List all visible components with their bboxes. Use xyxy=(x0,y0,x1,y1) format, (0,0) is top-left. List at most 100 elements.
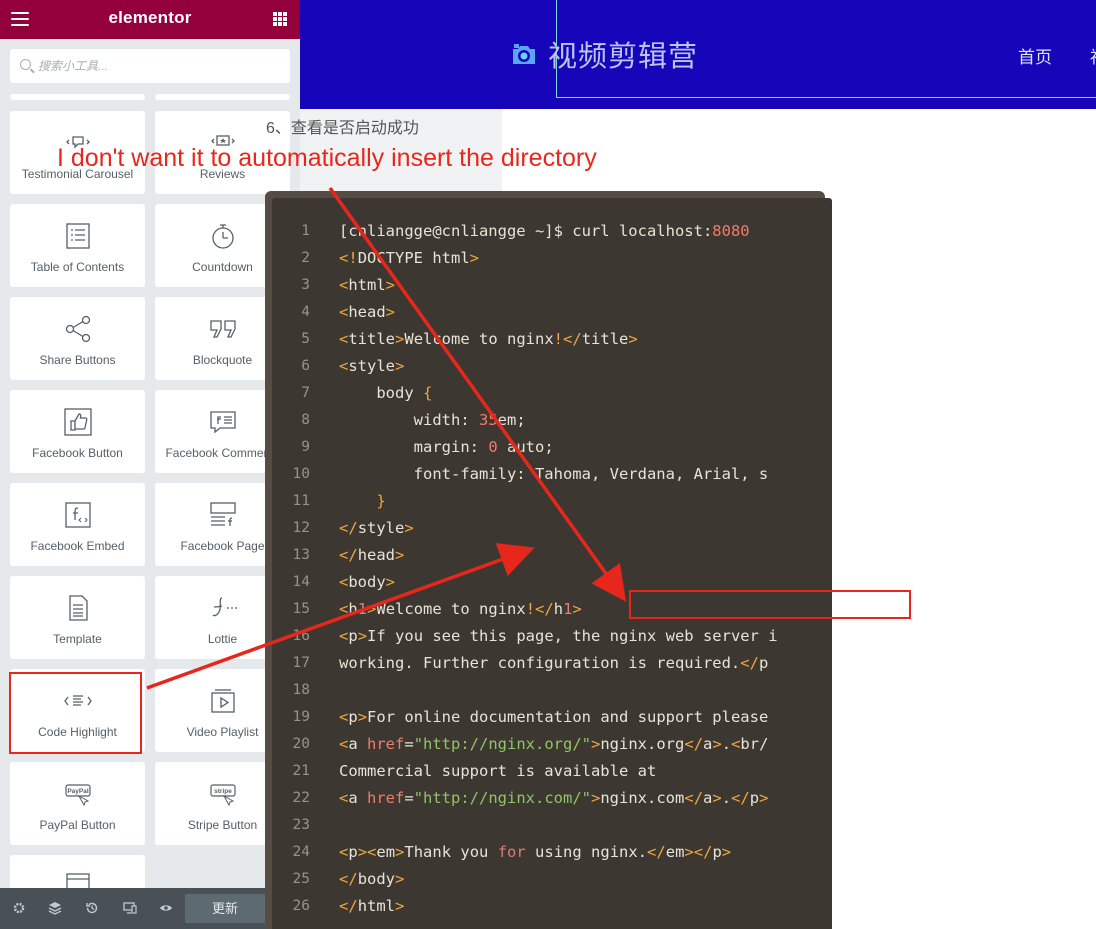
line-number: 24 xyxy=(292,844,310,860)
code-highlight-block: 1 [cnliangge@cnliangge ~]$ curl localhost… xyxy=(265,191,832,929)
code-line: 24 <p><em>Thank you for using nginx.</em>… xyxy=(272,839,832,866)
widget-label: Facebook Button xyxy=(32,446,123,460)
code-text: </style> xyxy=(339,519,414,537)
responsive-icon[interactable] xyxy=(123,901,137,915)
history-icon[interactable] xyxy=(85,901,99,915)
line-number: 25 xyxy=(292,871,310,887)
code-text: <body> xyxy=(339,573,396,591)
code-line: 2 <!DOCTYPE html> xyxy=(272,245,832,272)
code-text: <title>Welcome to nginx!</title> xyxy=(339,330,638,348)
line-number: 22 xyxy=(292,790,310,806)
widget-paypal-button[interactable]: PayPal PayPal Button xyxy=(10,762,145,845)
line-number: 21 xyxy=(292,763,310,779)
code-line: 6 <style> xyxy=(272,353,832,380)
site-logo[interactable]: 视频剪辑营 xyxy=(510,36,699,73)
camera-logo-icon xyxy=(513,44,535,64)
code-text: </html> xyxy=(339,897,405,915)
widget-tile-partial[interactable] xyxy=(155,94,290,100)
code-line: 10 font-family: Tahoma, Verdana, Arial, … xyxy=(272,461,832,488)
code-text: <p>If you see this page, the nginx web s… xyxy=(339,627,778,645)
widget-facebook-embed[interactable]: Facebook Embed xyxy=(10,483,145,566)
search-icon xyxy=(20,59,31,70)
code-text: margin: 0 auto; xyxy=(339,438,554,456)
code-text: } xyxy=(376,492,386,510)
line-number: 1 xyxy=(301,223,310,239)
line-number: 20 xyxy=(292,736,310,752)
code-line: 8 width: 35em; xyxy=(272,407,832,434)
code-text: <h1>Welcome to nginx!</h1> xyxy=(339,600,582,618)
line-number: 15 xyxy=(292,601,310,617)
widget-label: PayPal Button xyxy=(39,818,116,832)
widget-label: Facebook Embed xyxy=(30,539,125,553)
code-line: 18 xyxy=(272,677,832,704)
panel-header: elementor xyxy=(0,0,300,39)
facebook-embed-icon xyxy=(10,499,145,531)
widget-template[interactable]: Template xyxy=(10,576,145,659)
widget-table-of-contents[interactable]: Table of Contents xyxy=(10,204,145,287)
line-number: 12 xyxy=(292,520,310,536)
site-name: 视频剪辑营 xyxy=(548,41,699,73)
code-line: 1 [cnliangge@cnliangge ~]$ curl localhost… xyxy=(272,218,832,245)
preview-eye-icon[interactable] xyxy=(159,901,173,915)
code-line: 17 working. Further configuration is requ… xyxy=(272,650,832,677)
code-line: 9 margin: 0 auto; xyxy=(272,434,832,461)
thumbs-up-icon xyxy=(10,406,145,438)
code-text: <style> xyxy=(339,357,405,375)
annotation-text: I don't want it to automatically insert … xyxy=(57,144,597,172)
code-highlight-red-outline xyxy=(9,672,142,754)
widgets-grid-icon[interactable] xyxy=(273,12,287,26)
code-line: 20 <a href="http://nginx.org/">nginx.org<… xyxy=(272,731,832,758)
widget-label: Template xyxy=(53,632,102,646)
widget-facebook-button[interactable]: Facebook Button xyxy=(10,390,145,473)
settings-icon[interactable] xyxy=(12,901,26,915)
code-text: <head> xyxy=(339,303,396,321)
code-line: 3 <html> xyxy=(272,272,832,299)
widget-search[interactable] xyxy=(10,49,290,83)
line-number: 14 xyxy=(292,574,310,590)
panel-footer: 更新 xyxy=(0,888,300,929)
widget-label: Table of Contents xyxy=(30,260,125,274)
line-number: 9 xyxy=(301,439,310,455)
screen: elementor Testimonial Carousel Reviews xyxy=(0,0,1096,929)
code-text: width: 35em; xyxy=(339,411,526,429)
svg-text:PayPal: PayPal xyxy=(67,788,89,795)
nav-item-home[interactable]: 首页 xyxy=(1018,43,1052,68)
line-number: 8 xyxy=(301,412,310,428)
line-number: 18 xyxy=(292,682,310,698)
code-line: 26 </html> xyxy=(272,893,832,920)
code-lines: 1 [cnliangge@cnliangge ~]$ curl localhost… xyxy=(272,218,832,920)
line-number: 4 xyxy=(301,304,310,320)
elementor-panel: elementor Testimonial Carousel Reviews xyxy=(0,0,300,929)
code-text: <html> xyxy=(339,276,396,294)
code-text: <p><em>Thank you for using nginx.</em></… xyxy=(339,843,732,861)
line-number: 13 xyxy=(292,547,310,563)
step-heading: 6、查看是否启动成功 xyxy=(266,120,419,137)
nav-item-next[interactable]: 福 xyxy=(1090,43,1096,68)
table-of-contents-icon xyxy=(10,220,145,252)
paypal-icon: PayPal xyxy=(10,778,145,810)
code-line: 7 body { xyxy=(272,380,832,407)
code-line: 13 </head> xyxy=(272,542,832,569)
code-line: 16 <p>If you see this page, the nginx web… xyxy=(272,623,832,650)
code-text: body { xyxy=(339,384,433,402)
code-line: 19 <p>For online documentation and suppor… xyxy=(272,704,832,731)
line-number: 2 xyxy=(301,250,310,266)
code-line: 4 <head> xyxy=(272,299,832,326)
code-text: font-family: Tahoma, Verdana, Arial, s xyxy=(339,465,769,483)
widget-share-buttons[interactable]: Share Buttons xyxy=(10,297,145,380)
line-number: 3 xyxy=(301,277,310,293)
widget-tile-partial[interactable] xyxy=(10,94,145,100)
layers-icon[interactable] xyxy=(48,901,62,915)
h1-line-red-outline xyxy=(629,590,911,619)
line-number: 16 xyxy=(292,628,310,644)
code-line: 11 } xyxy=(272,488,832,515)
update-button[interactable]: 更新 xyxy=(185,894,265,923)
widget-search-input[interactable] xyxy=(38,49,283,83)
code-line: 12 </style> xyxy=(272,515,832,542)
code-text: </head> xyxy=(339,546,405,564)
site-header: 视频剪辑营 首页 福 xyxy=(300,0,1096,109)
code-line: 21 Commercial support is available at xyxy=(272,758,832,785)
code-inner: 1 [cnliangge@cnliangge ~]$ curl localhost… xyxy=(272,198,832,929)
code-line: 22 <a href="http://nginx.com/">nginx.com<… xyxy=(272,785,832,812)
line-number: 19 xyxy=(292,709,310,725)
